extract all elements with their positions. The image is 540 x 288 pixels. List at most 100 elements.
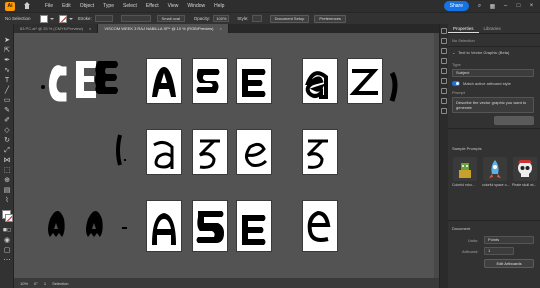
tab-83pc[interactable]: 83 PC.ai* @ 25 % (CMYK/Preview) ×: [14, 24, 99, 33]
menu-window[interactable]: Window: [187, 3, 205, 9]
preferences-button[interactable]: Preferences: [314, 14, 346, 23]
type-select[interactable]: Subject: [452, 69, 534, 77]
direct-selection-icon[interactable]: ⇱: [2, 46, 12, 55]
canvas[interactable]: 10% 0° 1 Selection: [14, 33, 439, 288]
rocket-icon: [489, 160, 501, 178]
free-transform-icon[interactable]: ⬚: [2, 166, 12, 175]
stroke-swatch[interactable]: [58, 14, 67, 23]
menu-view[interactable]: View: [168, 3, 179, 9]
line-tool-icon[interactable]: ╱: [2, 86, 12, 95]
glyph-e-row3: [242, 215, 266, 245]
tab-label: 83 PC.ai* @ 25 % (CMYK/Preview): [20, 26, 83, 31]
glyph-s-row2: [198, 139, 220, 169]
chevron-down-icon[interactable]: ⌄: [452, 50, 455, 55]
stroke-color-swatch[interactable]: [5, 214, 13, 222]
sample-prompt-skull-thumb[interactable]: [513, 157, 537, 181]
units-select[interactable]: Points: [484, 236, 534, 244]
opacity-field[interactable]: 100%: [213, 15, 230, 22]
close-icon[interactable]: ×: [220, 26, 222, 31]
divider: [448, 46, 540, 47]
style-label: Style:: [237, 16, 249, 21]
match-style-toggle[interactable]: [452, 81, 460, 86]
layers-icon[interactable]: [441, 38, 447, 44]
color-mode-icon[interactable]: ◼◻: [2, 226, 12, 235]
tools-panel: ➤ ⇱ ✒ ∿ T ╱ ▭ ✎ ✐ ◇ ↻ ⤢ ⋈ ⬚ ⊕ ▤ ⌇ ◼◻ ◉ ▢…: [0, 24, 14, 288]
home-icon[interactable]: [23, 2, 31, 10]
artboard-number[interactable]: 1: [44, 281, 46, 286]
divider: [448, 220, 540, 221]
eraser-tool-icon[interactable]: ◇: [2, 126, 12, 135]
chevron-down-icon[interactable]: [68, 17, 73, 20]
transparency-icon[interactable]: [441, 108, 447, 114]
stroke-weight-field[interactable]: [94, 15, 113, 22]
sample-prompt-caption-1: Colorful robo...: [452, 183, 475, 187]
swatches-icon[interactable]: [441, 68, 447, 74]
no-selection-label: No Selection: [452, 38, 475, 43]
document-tabs: 83 PC.ai* @ 25 % (CMYK/Preview) × VISCOM …: [14, 24, 439, 33]
maximize-icon[interactable]: □: [514, 2, 523, 11]
shape-builder-icon[interactable]: ⊕: [2, 176, 12, 185]
screen-mode-icon[interactable]: ▢: [2, 246, 12, 255]
rotation-angle[interactable]: 0°: [34, 281, 38, 286]
brush-definition-field[interactable]: Small oval: [156, 15, 185, 22]
skull-icon: [518, 160, 532, 177]
rotate-tool-icon[interactable]: ↻: [2, 136, 12, 145]
color-icon[interactable]: [441, 58, 447, 64]
symbols-icon[interactable]: [441, 88, 447, 94]
menu-select[interactable]: Select: [123, 3, 137, 9]
menu-help[interactable]: Help: [214, 3, 224, 9]
tab-libraries[interactable]: Libraries: [479, 24, 506, 33]
paintbrush-tool-icon[interactable]: ✎: [2, 106, 12, 115]
share-button[interactable]: Share: [443, 1, 469, 11]
menu-effect[interactable]: Effect: [146, 3, 159, 9]
type-tool-icon[interactable]: T: [2, 76, 12, 85]
properties-panel: Properties Libraries No Selection ⌄ Text…: [439, 24, 540, 288]
control-bar: No Selection Stroke: Small oval Opacity:…: [0, 12, 540, 24]
zoom-level[interactable]: 10%: [20, 281, 28, 286]
workspace-icon[interactable]: ▦: [488, 2, 497, 11]
menu-object[interactable]: Object: [80, 3, 94, 9]
curvature-tool-icon[interactable]: ∿: [2, 66, 12, 75]
menu-file[interactable]: File: [45, 3, 53, 9]
search-icon[interactable]: ⌕: [475, 2, 484, 11]
sample-prompt-robot-thumb[interactable]: [453, 157, 477, 181]
style-field[interactable]: [251, 15, 262, 22]
draw-mode-icon[interactable]: ◉: [2, 236, 12, 245]
eyedropper-tool-icon[interactable]: ⌇: [2, 196, 12, 205]
glyph-a-row1: [152, 67, 176, 97]
menu-type[interactable]: Type: [103, 3, 114, 9]
more-tools-icon[interactable]: ⋯: [2, 256, 12, 265]
generate-button[interactable]: [494, 116, 534, 125]
rectangle-tool-icon[interactable]: ▭: [2, 96, 12, 105]
minimize-icon[interactable]: –: [501, 2, 510, 11]
fill-swatch[interactable]: [39, 14, 48, 23]
artboard-label: Artboard:: [462, 249, 479, 254]
tab-properties[interactable]: Properties: [448, 24, 479, 33]
document-setup-button[interactable]: Document Setup: [269, 14, 310, 23]
text-to-vector-title[interactable]: Text to Vector Graphic (Beta): [458, 50, 509, 55]
pen-tool-icon[interactable]: ✒: [2, 56, 12, 65]
illustrator-logo: Ai: [5, 1, 15, 11]
properties-icon[interactable]: [441, 28, 447, 34]
glyph-a-row2: [153, 140, 174, 169]
menu-edit[interactable]: Edit: [62, 3, 71, 9]
stroke-icon[interactable]: [441, 98, 447, 104]
glyph-a-row3: [152, 213, 176, 245]
close-icon[interactable]: ×: [527, 2, 536, 11]
width-tool-icon[interactable]: ⋈: [2, 156, 12, 165]
sample-prompt-rocket-thumb[interactable]: [483, 157, 507, 181]
edit-artboards-button[interactable]: Edit Artboards: [484, 259, 534, 268]
artboard-select[interactable]: 1: [484, 247, 514, 255]
glyph-dot: [41, 85, 45, 89]
gradient-tool-icon[interactable]: ▤: [2, 186, 12, 195]
chevron-down-icon[interactable]: [49, 17, 54, 20]
variable-width-field[interactable]: [120, 15, 151, 22]
close-icon[interactable]: ×: [89, 26, 91, 31]
prompt-textarea[interactable]: Describe the vector graphic you want to …: [452, 97, 534, 113]
libraries-icon[interactable]: [441, 48, 447, 54]
brushes-icon[interactable]: [441, 78, 447, 84]
scale-tool-icon[interactable]: ⤢: [2, 146, 12, 155]
shaper-tool-icon[interactable]: ✐: [2, 116, 12, 125]
tab-viscom-week3[interactable]: VISCOM WEEK 3 RAJ NABILLA SP* @ 10 % (RG…: [98, 24, 229, 33]
selection-tool-icon[interactable]: ➤: [2, 36, 12, 45]
